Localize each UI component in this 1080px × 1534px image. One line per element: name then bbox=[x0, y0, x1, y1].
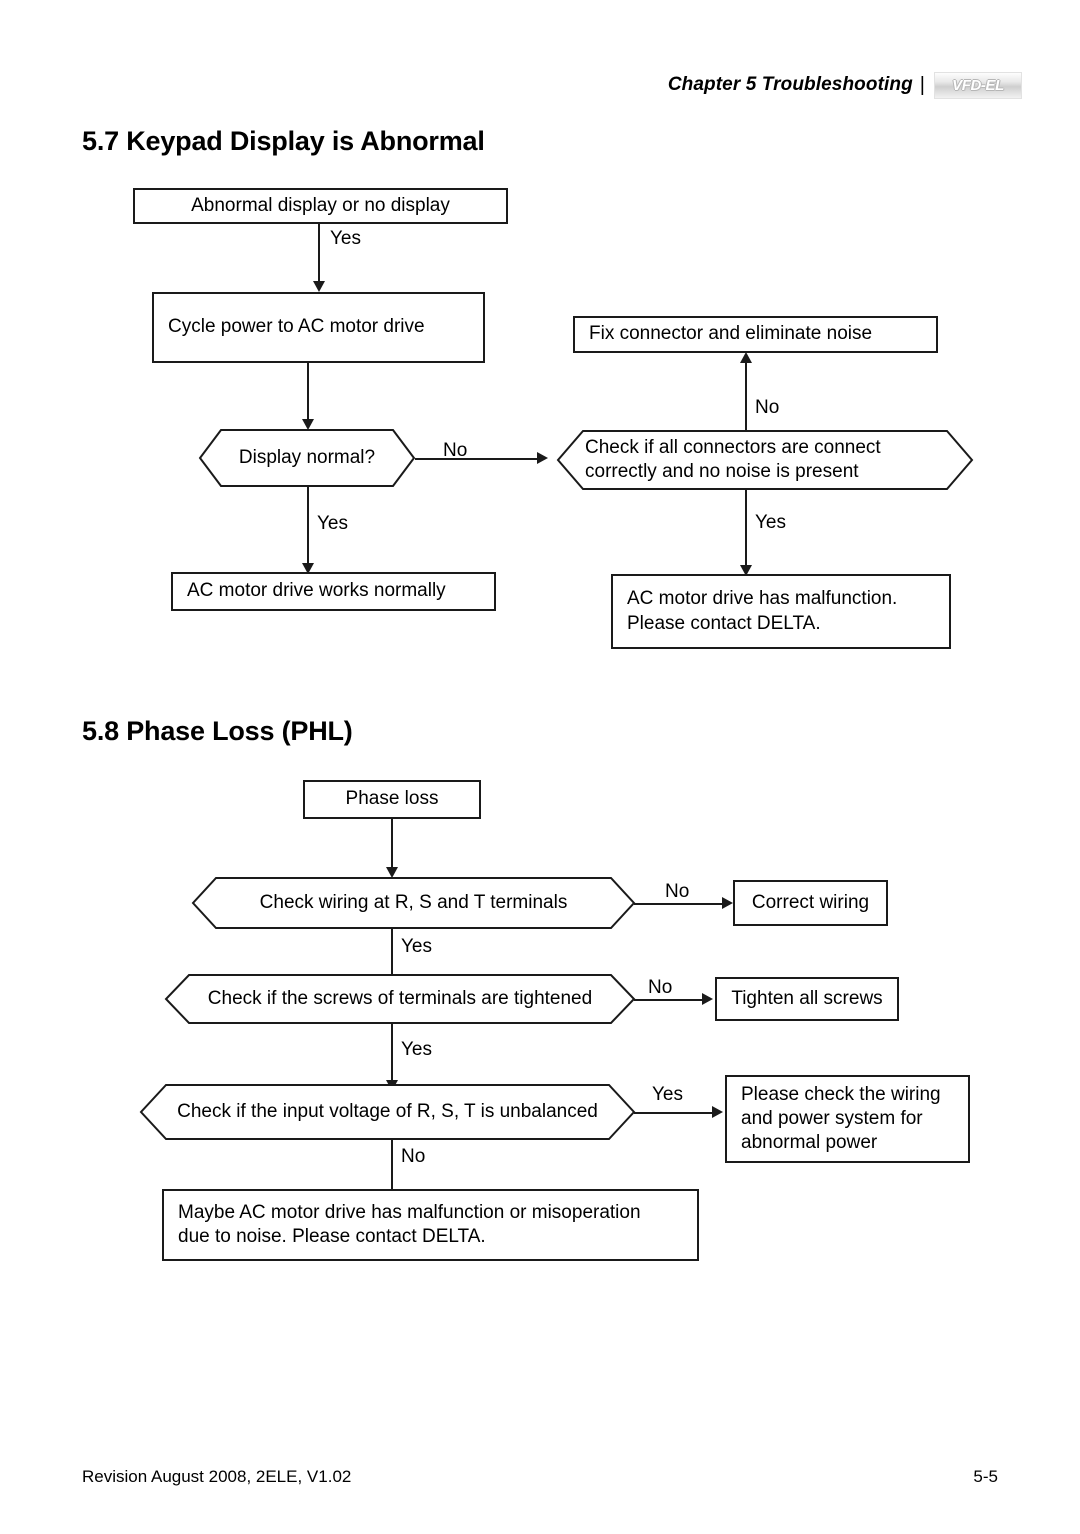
node-abnormal-display: Abnormal display or no display bbox=[133, 188, 508, 224]
node-display-normal: Display normal? bbox=[199, 429, 415, 487]
footer-revision: Revision August 2008, 2ELE, V1.02 bbox=[82, 1467, 352, 1486]
node-display-normal-label: Display normal? bbox=[238, 446, 376, 468]
node-fix-connector: Fix connector and eliminate noise bbox=[573, 316, 938, 353]
section-heading-5-8: 5.8 Phase Loss (PHL) bbox=[82, 716, 353, 746]
node-check-voltage-label: Check if the input voltage of R, S, T is… bbox=[177, 1100, 598, 1122]
edge-label-display-yes: Yes bbox=[317, 513, 348, 534]
edge-start-to-cycle bbox=[318, 224, 320, 281]
edge-label-connectors-yes: Yes bbox=[755, 512, 786, 533]
node-check-connectors: Check if all connectors are connect corr… bbox=[557, 430, 973, 490]
edge-label-wiring-yes: Yes bbox=[401, 936, 432, 957]
page-header: Chapter 5 Troubleshooting | VFD-EL bbox=[0, 68, 1080, 102]
edge-voltage-no bbox=[391, 1140, 393, 1189]
node-has-malfunction: AC motor drive has malfunction. Please c… bbox=[611, 574, 951, 649]
edge-voltage-yes bbox=[634, 1112, 712, 1114]
node-maybe-malfunction: Maybe AC motor drive has malfunction or … bbox=[162, 1189, 699, 1261]
arrowhead-screws-no bbox=[702, 993, 713, 1005]
vfd-el-logo-text: VFD-EL bbox=[952, 76, 1004, 94]
arrowhead-display-no bbox=[537, 452, 548, 464]
edge-label-start-yes: Yes bbox=[330, 228, 361, 249]
chapter-title: Chapter 5 Troubleshooting bbox=[667, 74, 913, 95]
node-correct-wiring: Correct wiring bbox=[733, 880, 888, 926]
node-check-wiring: Check wiring at R, S and T terminals bbox=[192, 877, 635, 929]
arrowhead-start-to-cycle bbox=[313, 281, 325, 292]
arrowhead-wiring-no bbox=[722, 897, 733, 909]
edge-wiring-yes bbox=[391, 929, 393, 976]
edge-label-voltage-no: No bbox=[401, 1146, 426, 1167]
page-footer: Revision August 2008, 2ELE, V1.02 5-5 bbox=[82, 1467, 998, 1487]
section-heading-5-7: 5.7 Keypad Display is Abnormal bbox=[82, 126, 485, 156]
edge-screws-no bbox=[634, 999, 702, 1001]
edge-phase-to-wiring bbox=[391, 819, 393, 867]
arrowhead-voltage-yes bbox=[712, 1106, 723, 1118]
node-works-normally: AC motor drive works normally bbox=[171, 572, 496, 611]
edge-label-display-no: No bbox=[443, 440, 468, 461]
edge-label-screws-no: No bbox=[648, 977, 673, 998]
edge-label-voltage-yes: Yes bbox=[652, 1084, 683, 1105]
edge-label-wiring-no: No bbox=[665, 881, 690, 902]
edge-label-screws-yes: Yes bbox=[401, 1039, 432, 1060]
edge-wiring-no bbox=[634, 903, 722, 905]
edge-screws-yes bbox=[391, 1024, 393, 1080]
footer-page-number: 5-5 bbox=[973, 1467, 998, 1486]
node-phase-loss: Phase loss bbox=[303, 780, 481, 819]
edge-connectors-no bbox=[745, 363, 747, 431]
edge-label-connectors-no: No bbox=[755, 397, 780, 418]
vfd-el-logo: VFD-EL bbox=[934, 71, 1022, 99]
header-separator: | bbox=[919, 73, 925, 96]
node-check-wiring-label: Check wiring at R, S and T terminals bbox=[259, 891, 568, 913]
arrowhead-connectors-no bbox=[740, 352, 752, 363]
edge-display-no bbox=[415, 458, 537, 460]
node-please-check-wiring: Please check the wiring and power system… bbox=[725, 1075, 970, 1163]
edge-display-yes bbox=[307, 487, 309, 563]
node-check-screws-label: Check if the screws of terminals are tig… bbox=[207, 987, 593, 1009]
node-check-connectors-label: Check if all connectors are connect corr… bbox=[585, 436, 881, 482]
node-tighten-screws: Tighten all screws bbox=[715, 977, 899, 1021]
node-cycle-power: Cycle power to AC motor drive bbox=[152, 292, 485, 363]
node-check-voltage: Check if the input voltage of R, S, T is… bbox=[140, 1084, 635, 1140]
edge-cycle-to-display bbox=[307, 363, 309, 419]
document-page: Chapter 5 Troubleshooting | VFD-EL 5.7 K… bbox=[0, 0, 1080, 1534]
node-check-screws: Check if the screws of terminals are tig… bbox=[165, 974, 635, 1024]
edge-connectors-yes bbox=[745, 490, 747, 565]
